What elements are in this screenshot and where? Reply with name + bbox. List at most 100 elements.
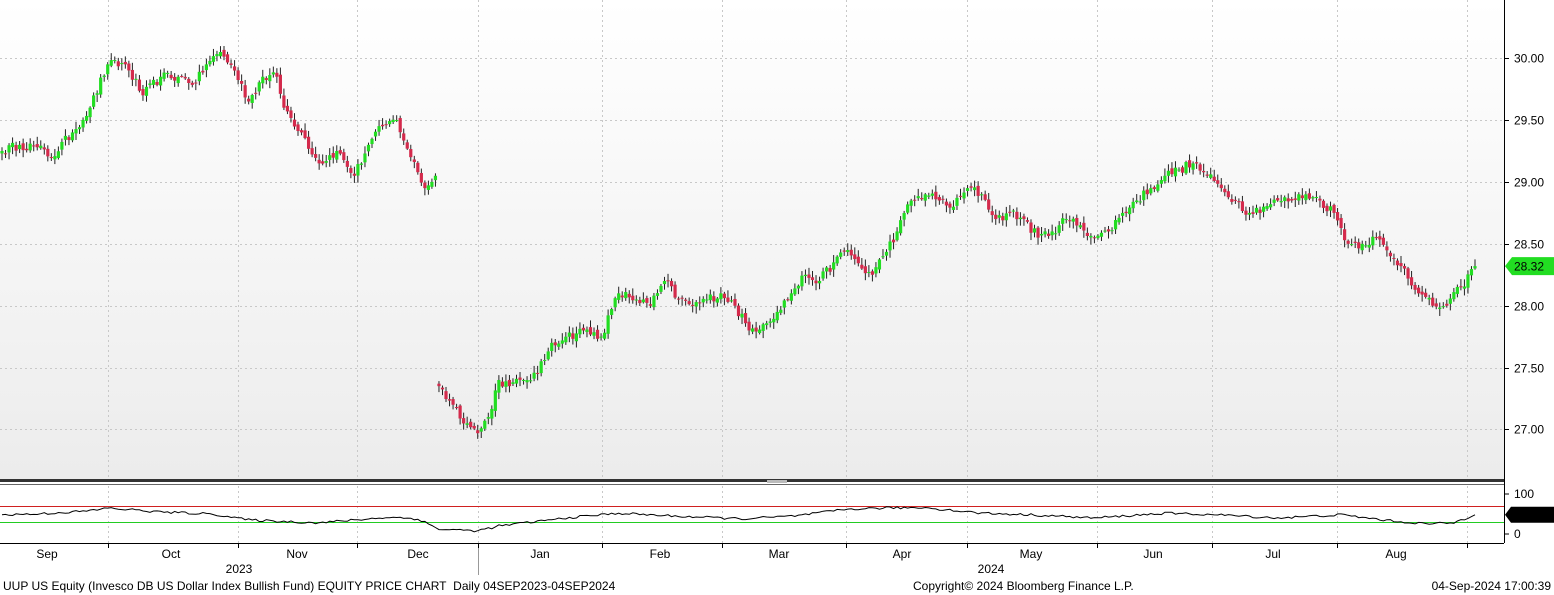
candle-body bbox=[331, 153, 335, 158]
candle-body bbox=[1276, 198, 1280, 201]
candle-body bbox=[1269, 204, 1273, 208]
candle-body bbox=[430, 181, 434, 187]
candle-body bbox=[1258, 209, 1262, 213]
candle-body bbox=[261, 76, 265, 84]
price-axis: 27.00 27.50 28.00 28.50 29.00 29.50 30.00 bbox=[1504, 52, 1544, 437]
candle-body bbox=[264, 78, 268, 80]
candle-body bbox=[874, 267, 878, 274]
candle-body bbox=[673, 284, 677, 298]
candle-body bbox=[289, 110, 293, 118]
price-tick-label: 30.00 bbox=[1514, 52, 1544, 66]
candle-body bbox=[842, 250, 846, 252]
candle-body bbox=[176, 76, 180, 84]
candle-body bbox=[113, 60, 117, 62]
candle-body bbox=[423, 182, 427, 189]
candle-body bbox=[1142, 190, 1146, 201]
candle-body bbox=[81, 119, 85, 128]
candle-body bbox=[870, 271, 875, 275]
candle-body bbox=[70, 132, 75, 141]
candle-body bbox=[1212, 176, 1216, 181]
candle-body bbox=[1251, 212, 1255, 214]
candle-body bbox=[405, 142, 409, 149]
candle-body bbox=[747, 321, 751, 331]
candle-body bbox=[641, 299, 645, 303]
panel-separator bbox=[0, 479, 1504, 482]
candle-body bbox=[891, 239, 896, 243]
candle-body bbox=[669, 280, 674, 287]
candle-body bbox=[229, 63, 233, 65]
candle-body bbox=[550, 342, 554, 351]
candle-body bbox=[92, 95, 96, 107]
candle-body bbox=[1015, 211, 1019, 220]
candle-body bbox=[1180, 167, 1185, 173]
candle-body bbox=[49, 157, 53, 159]
candle-body bbox=[553, 342, 557, 346]
candle-body bbox=[1230, 198, 1234, 202]
month-label: Feb bbox=[650, 547, 671, 561]
candle-body bbox=[1198, 164, 1202, 171]
candle-body bbox=[63, 135, 68, 140]
candle-body bbox=[1064, 219, 1068, 221]
indicator-tick-label: 100 bbox=[1514, 487, 1534, 501]
candle-body bbox=[53, 156, 57, 160]
month-label: Jul bbox=[1265, 547, 1280, 561]
candle-body bbox=[1233, 199, 1237, 201]
candle-body bbox=[1459, 286, 1463, 288]
candle-body bbox=[994, 214, 998, 220]
period-label: Daily 04SEP2023-04SEP2024 bbox=[453, 579, 616, 593]
candle-body bbox=[469, 421, 473, 428]
candle-body bbox=[832, 262, 836, 270]
candle-body bbox=[162, 72, 166, 79]
candle-body bbox=[1071, 218, 1075, 222]
price-panel bbox=[0, 0, 1504, 479]
candle-body bbox=[1452, 292, 1456, 300]
candle-body bbox=[888, 241, 892, 251]
candle-body bbox=[1438, 307, 1442, 309]
candle-body bbox=[1406, 268, 1410, 279]
candle-body bbox=[613, 298, 617, 308]
candle-body bbox=[395, 120, 399, 122]
candle-body bbox=[377, 126, 381, 132]
candle-body bbox=[800, 275, 804, 287]
candle-body bbox=[965, 188, 970, 192]
candle-body bbox=[352, 173, 356, 176]
candle-body bbox=[853, 254, 857, 260]
candle-body bbox=[528, 380, 533, 382]
candle-body bbox=[863, 266, 867, 274]
candle-body bbox=[599, 336, 603, 338]
candle-body bbox=[1385, 246, 1389, 251]
candle-body bbox=[1300, 195, 1304, 199]
candle-body bbox=[144, 86, 149, 96]
candle-body bbox=[1047, 233, 1051, 236]
candle-body bbox=[1335, 212, 1340, 221]
candle-body bbox=[46, 148, 50, 157]
candle-body bbox=[1163, 175, 1167, 182]
candle-body bbox=[328, 155, 332, 160]
month-label: May bbox=[1020, 547, 1043, 561]
candle-body bbox=[948, 203, 952, 208]
candle-body bbox=[906, 204, 910, 213]
candle-body bbox=[507, 379, 512, 387]
candle-body bbox=[684, 299, 688, 301]
candle-body bbox=[627, 293, 631, 298]
candle-body bbox=[1409, 277, 1414, 286]
candle-body bbox=[1223, 188, 1227, 193]
candle-body bbox=[1156, 184, 1160, 191]
candle-body bbox=[257, 82, 261, 92]
candle-body bbox=[1297, 194, 1301, 201]
candle-body bbox=[21, 143, 25, 151]
indicator-value-tag: 48.053 bbox=[1505, 506, 1554, 523]
candle-body bbox=[997, 215, 1001, 218]
candle-body bbox=[398, 118, 402, 133]
indicator-panel-background bbox=[0, 486, 1504, 543]
candle-body bbox=[1205, 174, 1209, 176]
candle-body bbox=[1286, 198, 1290, 202]
candle-body bbox=[1279, 200, 1283, 203]
candle-body bbox=[1004, 213, 1008, 221]
panel-resize-handle[interactable] bbox=[767, 480, 787, 483]
candle-body bbox=[74, 129, 78, 134]
candle-body bbox=[1254, 207, 1259, 213]
candle-body bbox=[169, 74, 173, 79]
candle-body bbox=[335, 151, 339, 160]
candle-body bbox=[412, 159, 416, 163]
